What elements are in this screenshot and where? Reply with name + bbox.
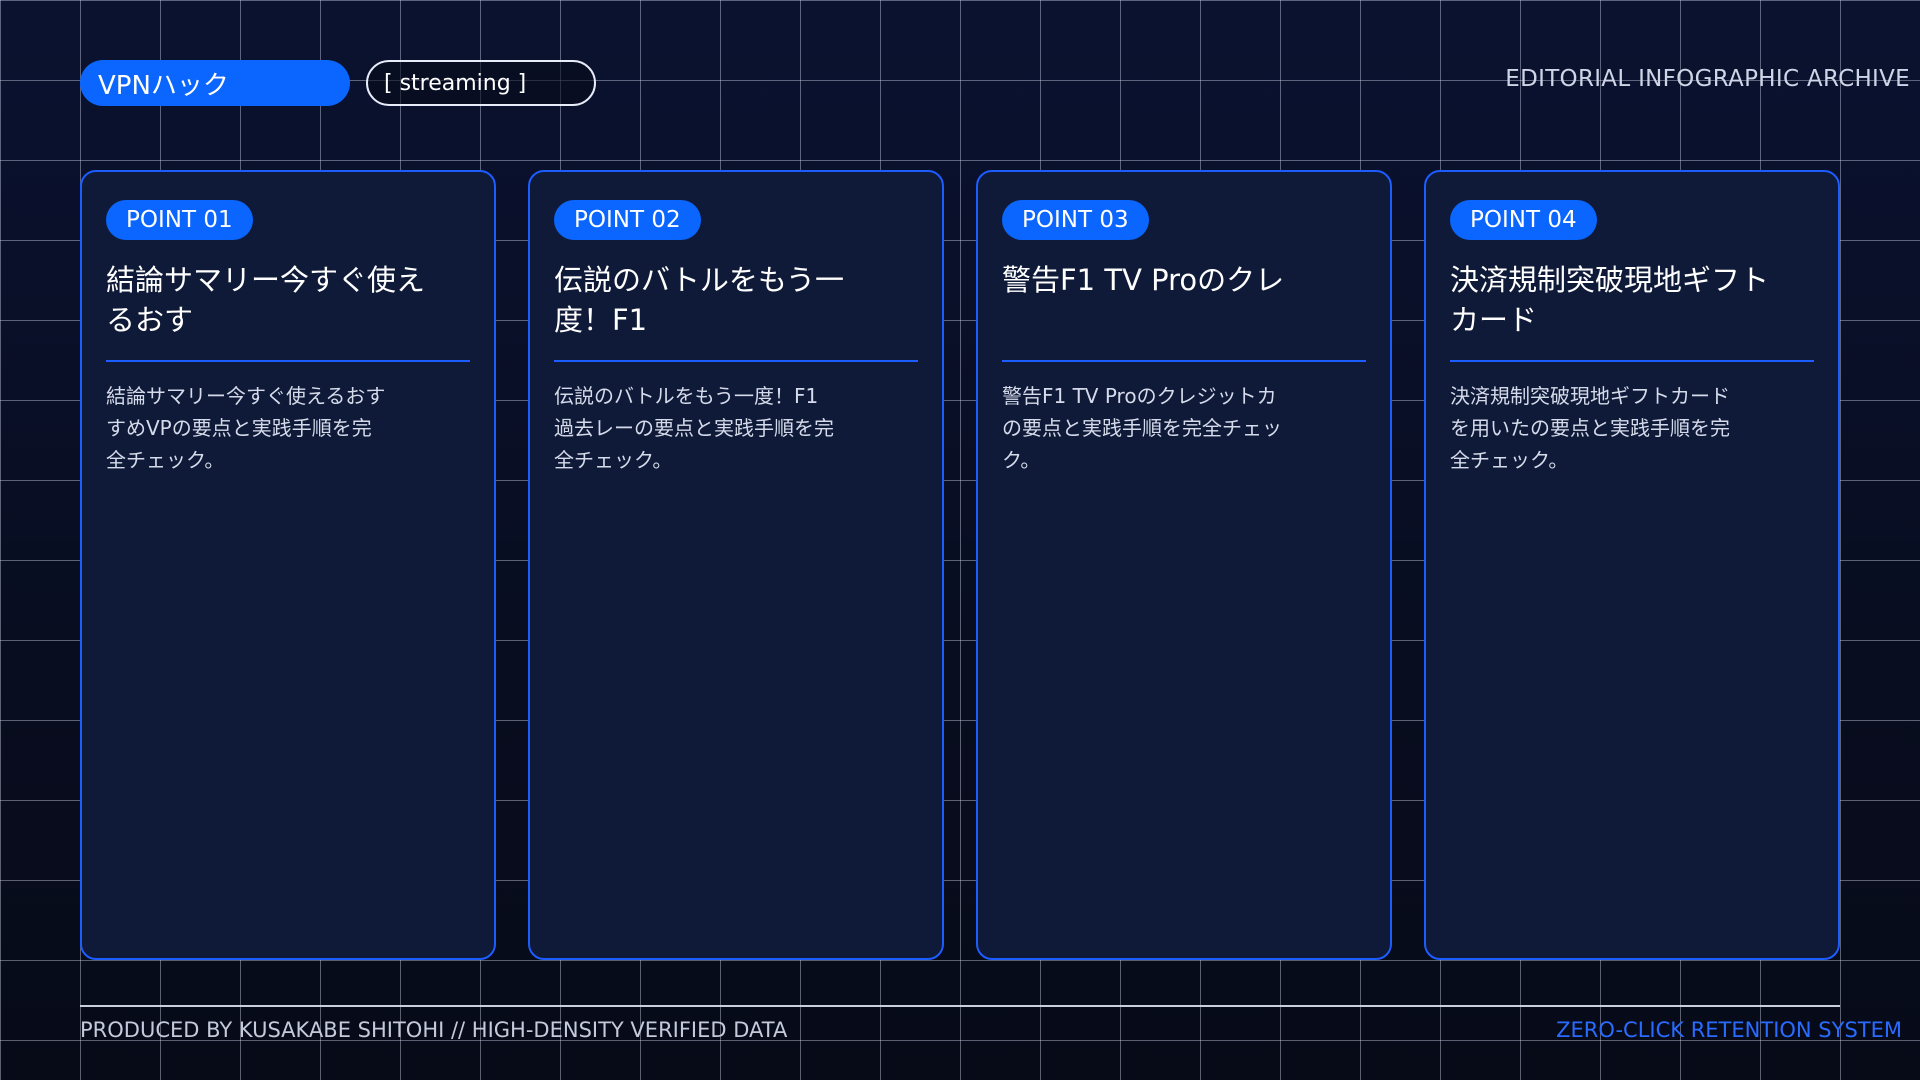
point-card-3[interactable]: POINT 03 警告F1 TV Proのクレ 警告F1 TV Proのクレジッ… — [976, 170, 1392, 960]
card-title: 決済規制突破現地ギフトカード — [1450, 263, 1770, 337]
archive-label: EDITORIAL INFOGRAPHIC ARCHIVE — [1505, 66, 1910, 92]
card-divider — [106, 360, 470, 362]
footer-credit: PRODUCED BY KUSAKABE SHITOHI // HIGH-DEN… — [80, 1018, 788, 1042]
footer-divider — [80, 1005, 1840, 1007]
card-body: 伝説のバトルをもう一度！F1過去レーの要点と実践手順を完全チェック。 — [554, 384, 834, 472]
card-title: 警告F1 TV Proのクレ — [1002, 263, 1285, 297]
card-divider — [1002, 360, 1366, 362]
footer-system-label: ZERO-CLICK RETENTION SYSTEM — [1556, 1018, 1902, 1042]
point-card-1[interactable]: POINT 01 結論サマリー今すぐ使えるおす 結論サマリー今すぐ使えるおすすめ… — [80, 170, 496, 960]
card-body: 警告F1 TV Proのクレジットカの要点と実践手順を完全チェック。 — [1002, 384, 1282, 472]
card-title: 伝説のバトルをもう一度！F1 — [554, 263, 845, 337]
card-divider — [1450, 360, 1814, 362]
point-badge: POINT 03 — [1002, 200, 1149, 240]
point-cards: POINT 01 結論サマリー今すぐ使えるおす 結論サマリー今すぐ使えるおすすめ… — [80, 170, 1840, 960]
brand-pill[interactable]: VPNハック — [80, 60, 350, 106]
card-body: 結論サマリー今すぐ使えるおすすめVPの要点と実践手順を完全チェック。 — [106, 384, 386, 472]
point-card-4[interactable]: POINT 04 決済規制突破現地ギフトカード 決済規制突破現地ギフトカードを用… — [1424, 170, 1840, 960]
category-tag[interactable]: [ streaming ] — [366, 60, 596, 106]
point-badge: POINT 04 — [1450, 200, 1597, 240]
header: VPNハック [ streaming ] EDITORIAL INFOGRAPH… — [80, 60, 1910, 106]
point-badge: POINT 01 — [106, 200, 253, 240]
point-badge: POINT 02 — [554, 200, 701, 240]
point-card-2[interactable]: POINT 02 伝説のバトルをもう一度！F1 伝説のバトルをもう一度！F1過去… — [528, 170, 944, 960]
card-title: 結論サマリー今すぐ使えるおす — [106, 263, 426, 337]
card-body: 決済規制突破現地ギフトカードを用いたの要点と実践手順を完全チェック。 — [1450, 384, 1730, 472]
card-divider — [554, 360, 918, 362]
